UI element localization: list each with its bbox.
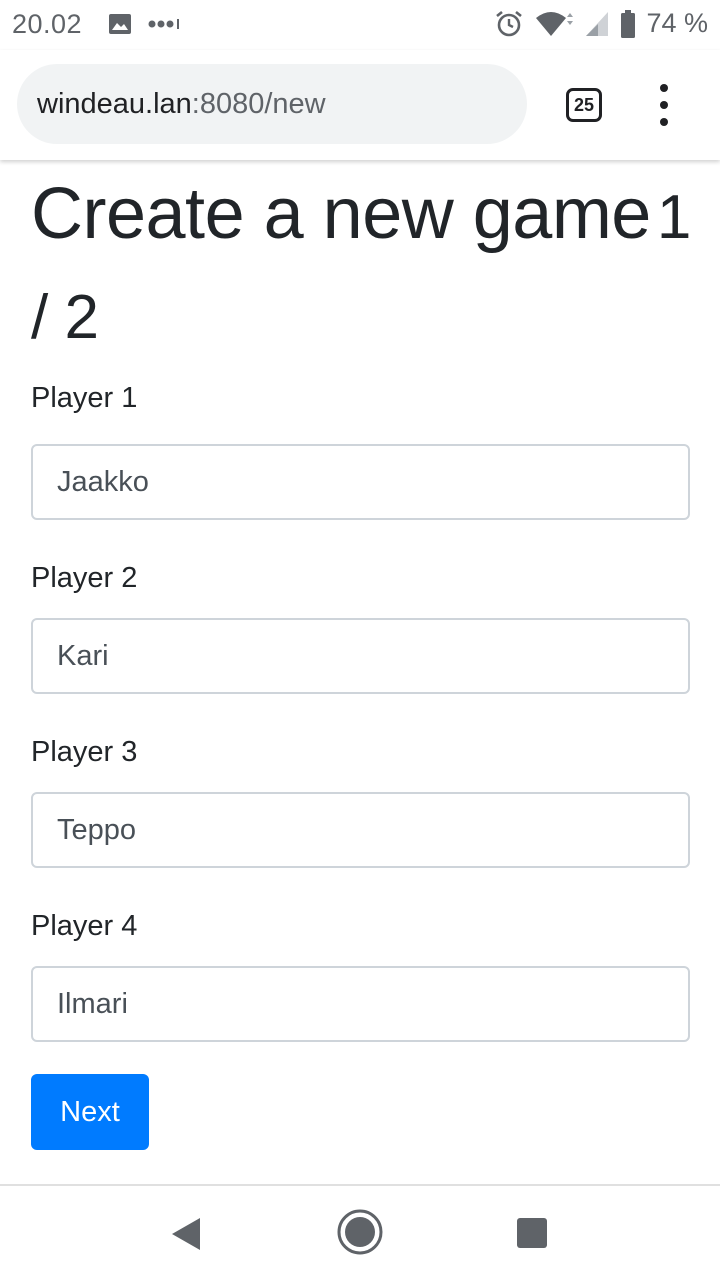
url-host: windeau.lan — [37, 87, 192, 120]
battery-percent: 74 % — [646, 8, 708, 38]
player-3-group: Player 3 Teppo — [31, 734, 691, 868]
player-3-label: Player 3 — [31, 736, 138, 768]
player-4-input[interactable]: Ilmari — [31, 966, 690, 1042]
image-icon — [109, 14, 131, 34]
tab-switcher-button[interactable]: 25 — [566, 88, 602, 122]
signal-icon — [586, 11, 609, 36]
player-1-input[interactable]: Jaakko — [31, 444, 690, 520]
status-left-icons — [108, 12, 182, 36]
wifi-icon — [536, 11, 574, 36]
next-button[interactable]: Next — [31, 1074, 149, 1150]
overflow-menu-icon[interactable] — [650, 84, 678, 126]
alarm-icon — [496, 10, 523, 36]
address-bar[interactable]: windeau.lan:8080/new — [17, 64, 527, 144]
player-4-group: Player 4 Ilmari — [31, 908, 691, 1042]
player-2-group: Player 2 Kari — [31, 560, 691, 694]
player-3-input[interactable]: Teppo — [31, 792, 690, 868]
status-bar: 20.02 74 % — [0, 0, 720, 50]
status-time: 20.02 — [12, 9, 83, 39]
tab-count: 25 — [573, 94, 595, 115]
url-path: :8080/new — [191, 87, 326, 120]
player-1-label: Player 1 — [31, 382, 138, 414]
status-right-icons: 74 % — [494, 8, 708, 39]
browser-toolbar: windeau.lan:8080/new 25 — [0, 50, 720, 160]
player-2-label: Player 2 — [31, 562, 138, 594]
page-title: Create a new game1 / 2 — [31, 166, 691, 366]
navigation-bar — [0, 1184, 720, 1280]
more-dots-icon — [148, 19, 179, 29]
main-content: Create a new game1 / 2 Player 1 Jaakko P… — [31, 166, 691, 1150]
player-2-input[interactable]: Kari — [31, 618, 690, 694]
player-1-group: Player 1 Jaakko — [31, 380, 691, 520]
page-title-text: Create a new game — [31, 174, 651, 254]
home-icon[interactable] — [336, 1208, 384, 1256]
recents-icon[interactable] — [516, 1217, 548, 1249]
battery-icon — [621, 9, 636, 38]
player-4-label: Player 4 — [31, 910, 138, 942]
back-icon[interactable] — [170, 1216, 202, 1252]
